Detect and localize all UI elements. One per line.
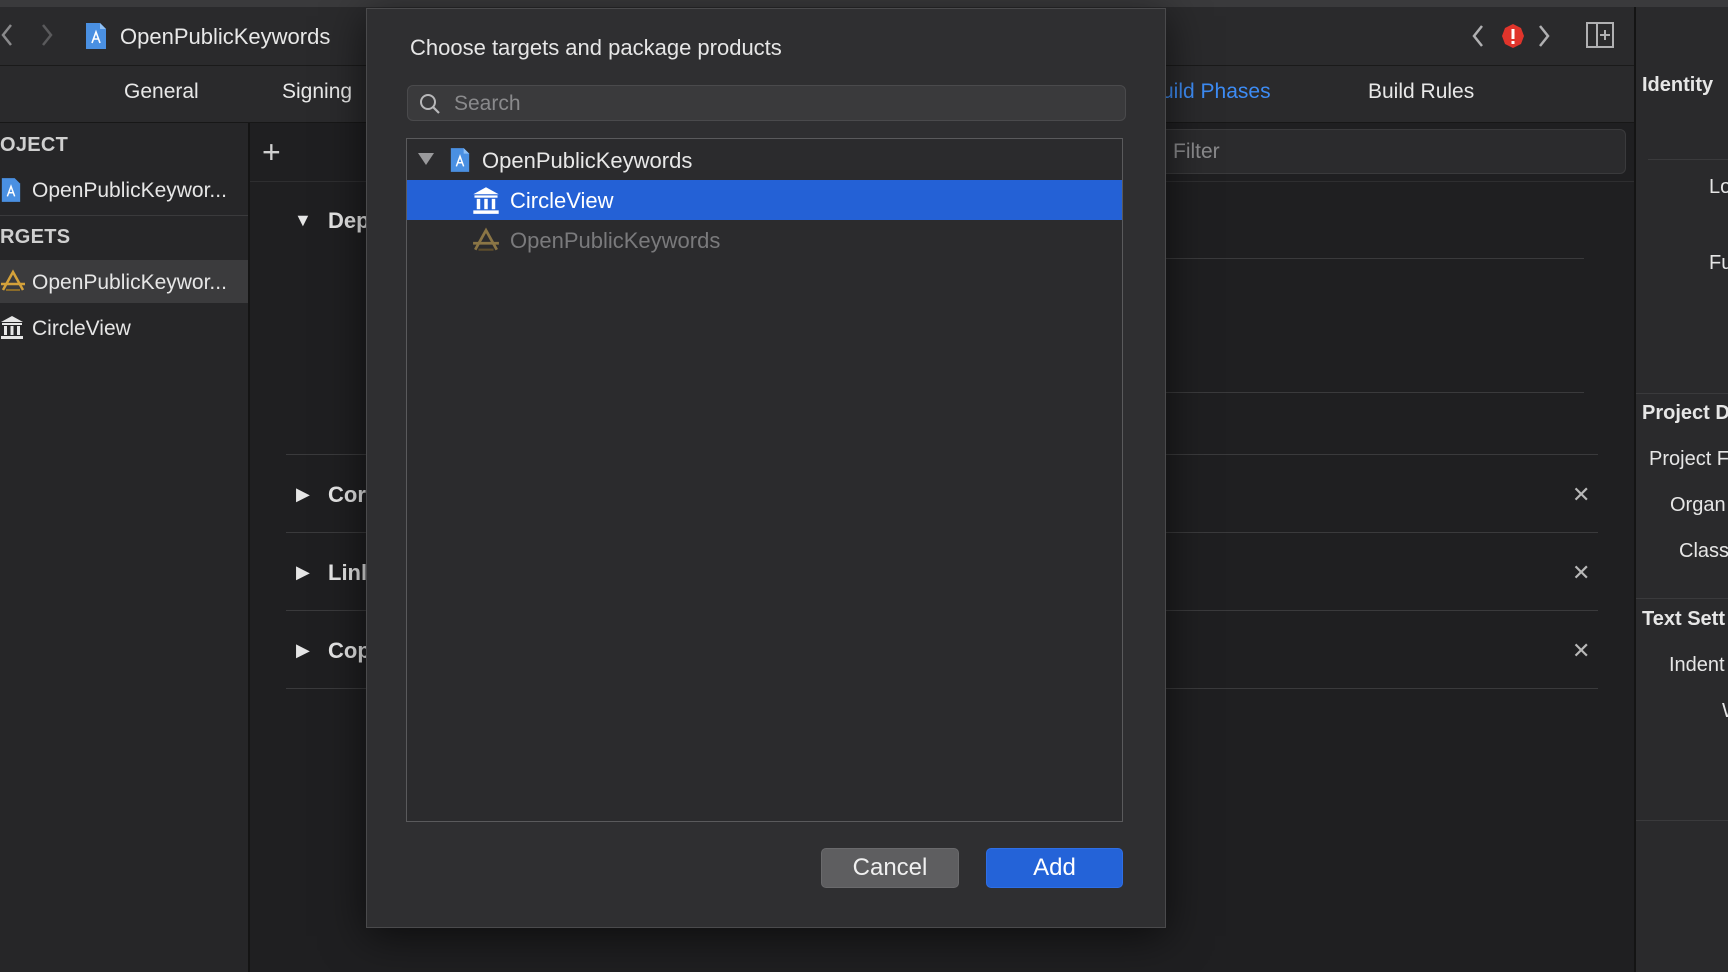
list-item-label: OpenPublicKeywords [510, 228, 721, 253]
navigator-divider [0, 215, 248, 216]
error-badge-icon[interactable] [1500, 22, 1526, 55]
inspector-divider [1636, 598, 1728, 599]
phase-compile-sources[interactable]: Cor [328, 482, 366, 508]
list-item-circleview[interactable]: CircleView [407, 180, 1122, 220]
targets-list[interactable]: OpenPublicKeywords CircleView OpenPublic… [406, 138, 1123, 822]
search-icon [418, 92, 442, 121]
inspector-project-document-header: Project D [1642, 402, 1728, 424]
app-target-icon [471, 226, 501, 259]
inspector-divider [1636, 820, 1728, 821]
tab-signing[interactable]: Signing [282, 80, 352, 104]
add-editor-icon[interactable] [1585, 20, 1615, 55]
add-button[interactable]: Add [986, 848, 1123, 888]
project-title[interactable]: OpenPublicKeywords [120, 24, 330, 50]
filter-field[interactable]: Filter [1160, 129, 1626, 174]
app-target-icon [0, 268, 26, 299]
project-file-icon [449, 146, 471, 179]
filter-placeholder: Filter [1173, 140, 1220, 163]
search-input[interactable] [452, 89, 1116, 119]
dialog-title: Choose targets and package products [410, 35, 782, 60]
project-navigator [0, 123, 250, 972]
tab-build-rules[interactable]: Build Rules [1368, 80, 1474, 104]
targets-section-header: RGETS [0, 226, 71, 248]
delete-phase-close-icon[interactable]: ✕ [1572, 560, 1590, 586]
phase-copy-resources[interactable]: Cop [328, 638, 371, 664]
inspector-project-format-label: Project F [1649, 448, 1728, 470]
list-item-project[interactable]: OpenPublicKeywords [407, 140, 1122, 180]
next-issue-icon[interactable] [1536, 22, 1552, 55]
project-file-icon [84, 22, 108, 55]
inspector-panel [1634, 7, 1728, 972]
inspector-location-label: Lo [1709, 176, 1728, 198]
tab-general[interactable]: General [124, 80, 199, 104]
disclosure-collapsed-icon[interactable]: ▶ [296, 484, 310, 505]
phase-row-divider [1166, 392, 1584, 393]
list-item-label: OpenPublicKeywords [482, 148, 693, 173]
framework-icon [471, 185, 501, 220]
inspector-indent-label: Indent [1669, 654, 1725, 676]
list-item-label: CircleView [510, 188, 614, 213]
tab-build-phases[interactable]: uild Phases [1162, 80, 1271, 104]
project-file-icon [0, 176, 22, 209]
navigator-target-framework[interactable]: CircleView [32, 317, 131, 341]
delete-phase-close-icon[interactable]: ✕ [1572, 638, 1590, 664]
project-section-header: OJECT [0, 134, 69, 156]
back-icon[interactable] [0, 22, 14, 53]
list-item-app-target: OpenPublicKeywords [407, 220, 1122, 260]
phase-link-binary[interactable]: Linl [328, 560, 367, 586]
window-top-strip [0, 0, 1728, 7]
inspector-wrap-label: W [1722, 700, 1728, 723]
cancel-button[interactable]: Cancel [821, 848, 959, 888]
phase-dependencies[interactable]: Dep [328, 208, 370, 234]
delete-phase-close-icon[interactable]: ✕ [1572, 482, 1590, 508]
inspector-class-prefix-label: Class [1679, 540, 1728, 562]
inspector-text-settings-header: Text Sett [1642, 608, 1725, 630]
framework-icon [0, 314, 24, 345]
navigator-project-item[interactable]: OpenPublicKeywor... [32, 179, 227, 203]
disclosure-expanded-icon[interactable] [417, 151, 435, 172]
phase-row-divider [1166, 258, 1584, 259]
inspector-divider [1636, 393, 1728, 394]
disclosure-expanded-icon[interactable]: ▼ [294, 210, 312, 231]
inspector-divider [1648, 159, 1728, 160]
inspector-organization-label: Organ [1670, 494, 1726, 516]
search-field[interactable] [407, 85, 1126, 121]
disclosure-collapsed-icon[interactable]: ▶ [296, 562, 310, 583]
add-build-phase-button[interactable]: + [262, 136, 281, 168]
previous-issue-icon[interactable] [1470, 22, 1486, 55]
forward-icon[interactable] [40, 22, 54, 53]
inspector-identity-header: Identity [1642, 74, 1714, 96]
navigator-target-app[interactable]: OpenPublicKeywor... [32, 271, 227, 295]
inspector-full-path-label: Fu [1709, 252, 1728, 274]
disclosure-collapsed-icon[interactable]: ▶ [296, 640, 310, 661]
